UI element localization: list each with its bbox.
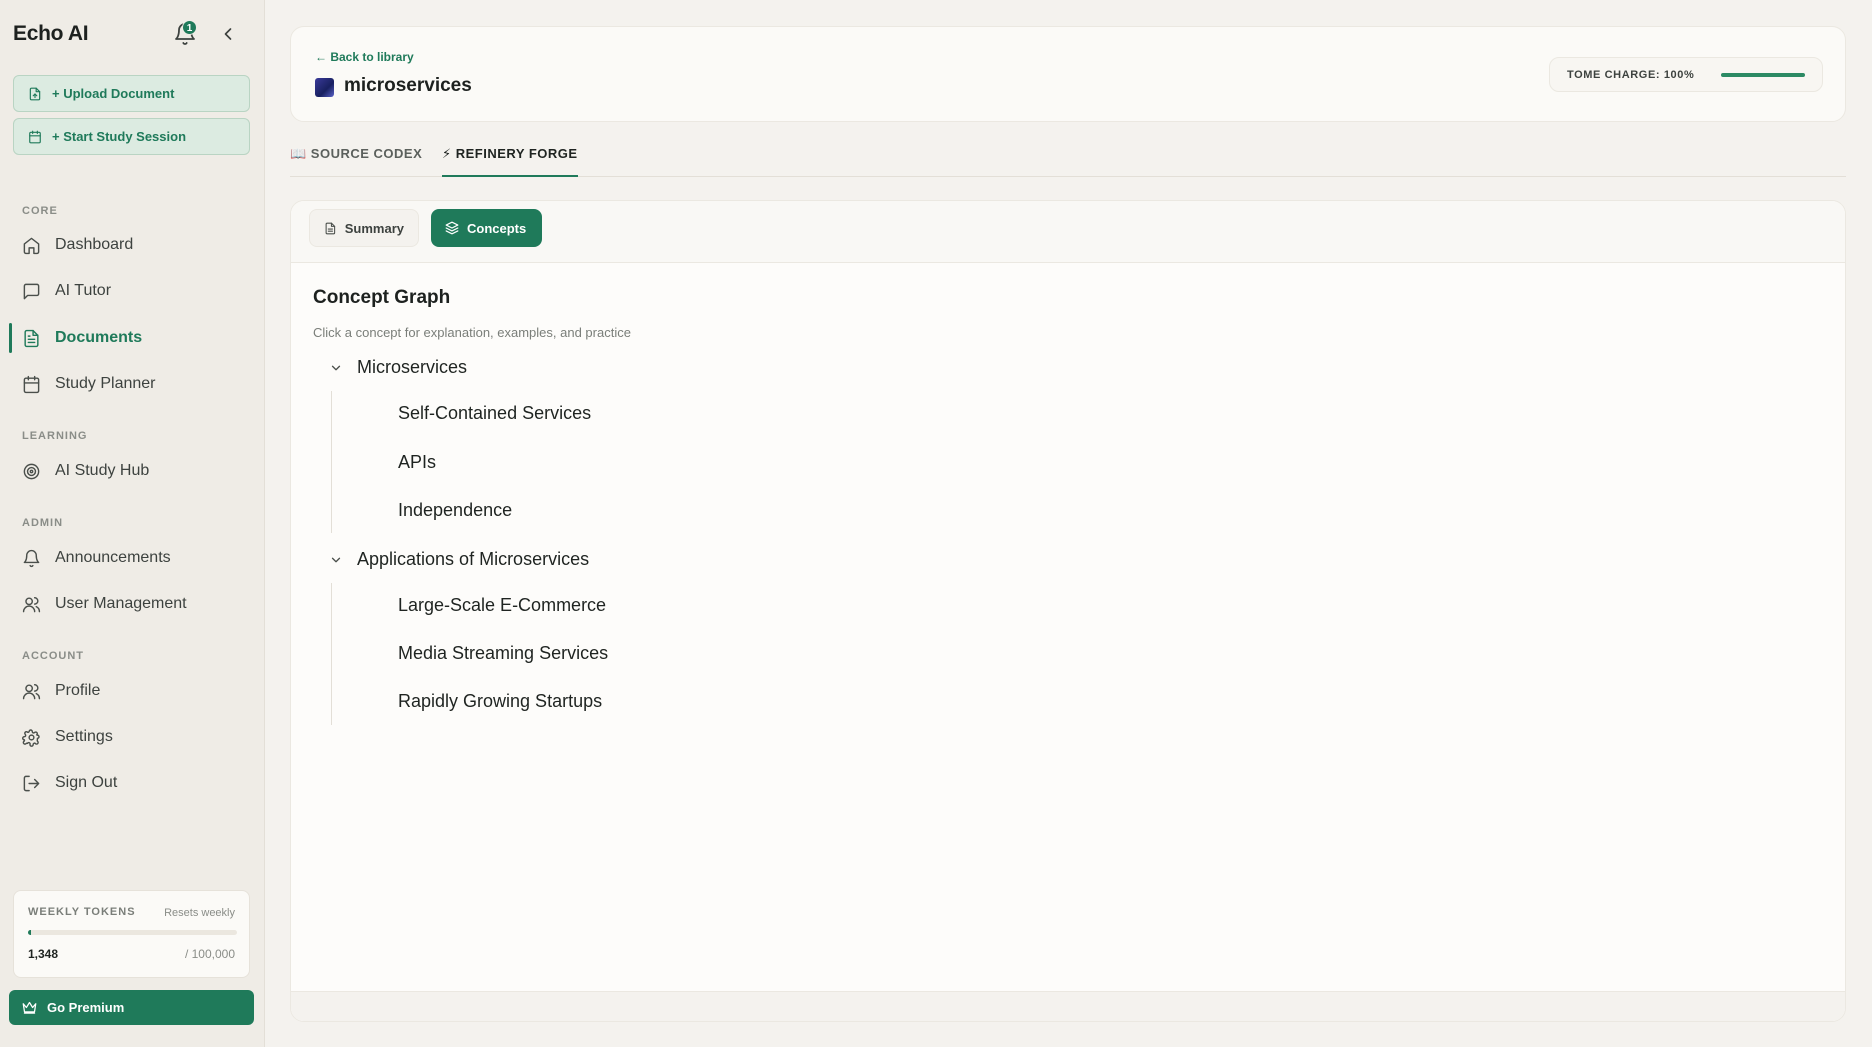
sidebar-item-sign-out[interactable]: Sign Out (10, 764, 255, 802)
sidebar-item-dashboard[interactable]: Dashboard (10, 226, 255, 264)
concept-graph-subtitle: Click a concept for explanation, example… (313, 325, 631, 340)
concept-item[interactable]: Large-Scale E-Commerce (398, 595, 606, 616)
concept-item[interactable]: APIs (398, 452, 436, 473)
section-label-admin: ADMIN (22, 517, 64, 529)
section-label-core: CORE (22, 205, 58, 217)
concepts-button[interactable]: Concepts (431, 209, 542, 247)
document-icon (325, 222, 336, 234)
upload-file-icon (29, 87, 41, 100)
weekly-tokens-card: WEEKLY TOKENS Resets weekly 1,348 / 100,… (13, 890, 250, 978)
concept-group-label: Applications of Microservices (357, 549, 590, 569)
weekly-tokens-title: WEEKLY TOKENS (28, 906, 136, 918)
section-label-learning: LEARNING (22, 430, 88, 442)
bell-icon (23, 549, 40, 567)
concepts-label: Concepts (467, 220, 527, 236)
concept-group-microservices[interactable]: Microservices (329, 357, 467, 378)
concept-item[interactable]: Media Streaming Services (398, 643, 608, 664)
summary-button[interactable]: Summary (309, 209, 419, 247)
group-divider-line (331, 583, 332, 725)
gear-icon (22, 728, 40, 747)
chevron-down-icon (331, 557, 341, 562)
sidebar-item-documents[interactable]: Documents (9, 319, 255, 357)
chat-icon (23, 283, 40, 299)
tome-charge-label: TOME CHARGE: 100% (1567, 69, 1695, 81)
sidebar-item-settings[interactable]: Settings (10, 718, 255, 756)
sidebar-item-user-management[interactable]: User Management (10, 585, 255, 623)
start-study-session-button[interactable]: + Start Study Session (13, 118, 250, 155)
upload-document-label: + Upload Document (52, 86, 175, 101)
tome-charge-bar (1721, 73, 1805, 77)
sidebar-item-announcements[interactable]: Announcements (10, 539, 255, 577)
sidebar: Echo AI 1 + Upload Document + Start Stud… (0, 0, 265, 1047)
calendar-icon (23, 375, 40, 393)
users-icon (22, 683, 41, 699)
tokens-used: 1,348 (28, 947, 59, 961)
concept-item[interactable]: Self-Contained Services (398, 403, 591, 424)
sidebar-item-label: Profile (55, 682, 101, 699)
sidebar-item-label: Documents (55, 329, 143, 346)
upload-document-button[interactable]: + Upload Document (13, 75, 250, 112)
sidebar-item-profile[interactable]: Profile (10, 672, 255, 710)
sidebar-item-ai-tutor[interactable]: AI Tutor (10, 272, 255, 310)
concept-group-label: Microservices (357, 357, 468, 377)
concept-item[interactable]: Independence (398, 500, 512, 521)
section-label-account: ACCOUNT (22, 650, 84, 662)
panel-footer (291, 991, 1845, 1021)
tab-refinery-forge[interactable]: ⚡ REFINERY FORGE (442, 146, 578, 177)
sidebar-item-label: Study Planner (55, 375, 156, 392)
collapse-sidebar-chevron-icon[interactable] (218, 24, 238, 44)
concept-item[interactable]: Rapidly Growing Startups (398, 691, 602, 712)
sidebar-item-study-planner[interactable]: Study Planner (10, 365, 255, 403)
tome-charge-fill (1721, 73, 1805, 77)
tokens-progress-fill (28, 930, 31, 935)
sign-out-icon (23, 775, 40, 791)
summary-label: Summary (344, 220, 404, 236)
sidebar-item-label: Announcements (55, 549, 171, 566)
go-premium-label: Go Premium (47, 1000, 125, 1015)
target-icon (23, 463, 40, 479)
sidebar-item-label: Sign Out (55, 774, 118, 791)
concept-group-applications[interactable]: Applications of Microservices (329, 549, 589, 570)
sidebar-item-ai-study-hub[interactable]: AI Study Hub (10, 452, 255, 490)
tome-charge-indicator: TOME CHARGE: 100% (1549, 57, 1823, 92)
tab-source-codex[interactable]: 📖 SOURCE CODEX (290, 146, 422, 177)
app-name: Echo AI (13, 22, 89, 45)
sidebar-item-label: AI Tutor (55, 282, 112, 299)
layers-icon (445, 221, 459, 235)
subtabs-bar: Summary Concepts (291, 201, 1845, 263)
group-divider-line (331, 391, 332, 533)
start-study-session-label: + Start Study Session (52, 129, 187, 144)
calendar-icon (29, 130, 41, 143)
sidebar-item-label: AI Study Hub (55, 462, 150, 479)
tokens-limit: / 100,000 (184, 947, 235, 961)
document-header: ← Back to library microservices TOME CHA… (290, 26, 1846, 122)
sidebar-item-label: User Management (55, 595, 187, 612)
page-title: microservices (344, 75, 472, 96)
document-tabs: 📖 SOURCE CODEX ⚡ REFINERY FORGE (290, 138, 1846, 177)
go-premium-button[interactable]: Go Premium (9, 990, 254, 1025)
sidebar-item-label: Dashboard (55, 236, 134, 253)
document-thumbnail-icon (315, 78, 334, 97)
document-icon (24, 329, 39, 347)
concepts-panel: Summary Concepts Concept Graph Click a c… (290, 200, 1846, 1022)
users-icon (22, 596, 41, 612)
home-icon (23, 237, 40, 254)
tokens-progress-bar (28, 930, 237, 935)
crown-icon (22, 1001, 37, 1014)
chevron-down-icon (331, 365, 341, 370)
tokens-resets-note: Resets weekly (164, 907, 235, 919)
back-to-library-link[interactable]: ← Back to library (315, 50, 414, 64)
notification-count-badge: 1 (182, 20, 197, 35)
sidebar-item-label: Settings (55, 728, 113, 745)
concept-graph-title: Concept Graph (313, 287, 451, 308)
